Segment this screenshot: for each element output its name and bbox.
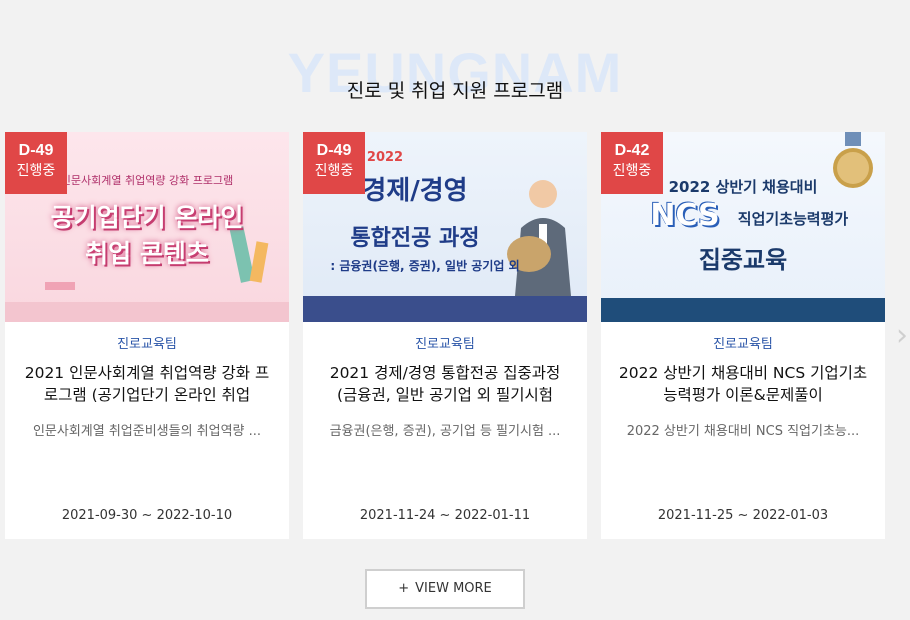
status-label: 진행중 [314, 163, 354, 179]
card-title[interactable]: 2021 인문사회계열 취업역량 강화 프로그램 (공기업단기 온라인 취업 [21, 362, 273, 406]
card-title[interactable]: 2021 경제/경영 통합전공 집중과정 (금융권, 일반 공기업 외 필기시험 [319, 362, 571, 406]
status-label: 진행중 [16, 163, 56, 179]
card-category: 진로교육팀 [713, 337, 773, 352]
dday-badge: D-49 진행중 [5, 132, 67, 194]
dday-badge: D-42 진행중 [601, 132, 663, 194]
card-period: 2021-11-24 ~ 2022-01-11 [359, 508, 531, 523]
dday-label: D-49 [18, 142, 54, 159]
thumb-headline-2: 직업기초능력평가 [737, 210, 849, 228]
card-period: 2021-09-30 ~ 2022-10-10 [61, 508, 233, 523]
program-card[interactable]: D-42 진행중 1위 2022 상반기 채용대비 NCS 직업기초능력평가 집… [601, 132, 885, 539]
dday-label: D-42 [614, 142, 650, 159]
thumb-caption: : 금융권(은행, 증권), 일반 공기업 외 [330, 259, 520, 273]
card-period: 2021-11-25 ~ 2022-01-03 [657, 508, 829, 523]
view-more-label: VIEW MORE [415, 581, 492, 596]
plus-icon: + [398, 581, 410, 596]
section-title: 진로 및 취업 지원 프로그램 [346, 80, 564, 102]
card-description: 인문사회계열 취업준비생들의 취업역량 ... [32, 424, 262, 439]
thumb-headline-2: 통합전공 과정 [350, 226, 480, 251]
program-card[interactable]: D-49 진행중 인문사회계열 취업역량 강화 프로그램 공기업단기 온라인 취… [5, 132, 289, 539]
card-thumbnail[interactable]: D-49 진행중 인문사회계열 취업역량 강화 프로그램 공기업단기 온라인 취… [5, 132, 289, 322]
card-category: 진로교육팀 [415, 337, 475, 352]
view-more-button[interactable]: + VIEW MORE [365, 569, 525, 609]
status-label: 진행중 [612, 163, 652, 179]
chevron-right-icon[interactable]: › [896, 318, 908, 353]
thumb-headline-3: 집중교육 [698, 246, 788, 274]
card-description: 2022 상반기 채용대비 NCS 직업기초능... [626, 424, 860, 439]
program-carousel: D-49 진행중 인문사회계열 취업역량 강화 프로그램 공기업단기 온라인 취… [0, 132, 910, 540]
thumb-headline-1: 공기업단기 온라인 [50, 203, 244, 232]
card-description: 금융권(은행, 증권), 공기업 등 필기시험 ... [329, 424, 561, 439]
card-thumbnail[interactable]: D-49 진행중 2022 경제/경영 통합전공 과정 : 금융권(은행, 증권… [303, 132, 587, 322]
card-thumbnail[interactable]: D-42 진행중 1위 2022 상반기 채용대비 NCS 직업기초능력평가 집… [601, 132, 885, 322]
program-card[interactable]: D-49 진행중 2022 경제/경영 통합전공 과정 : 금융권(은행, 증권… [303, 132, 587, 539]
dday-label: D-49 [316, 142, 352, 159]
dday-badge: D-49 진행중 [303, 132, 365, 194]
card-category: 진로교육팀 [117, 337, 177, 352]
thumb-headline-2: 취업 콘텐츠 [85, 239, 209, 268]
card-title[interactable]: 2022 상반기 채용대비 NCS 기업기초능력평가 이론&문제풀이 [617, 362, 869, 406]
